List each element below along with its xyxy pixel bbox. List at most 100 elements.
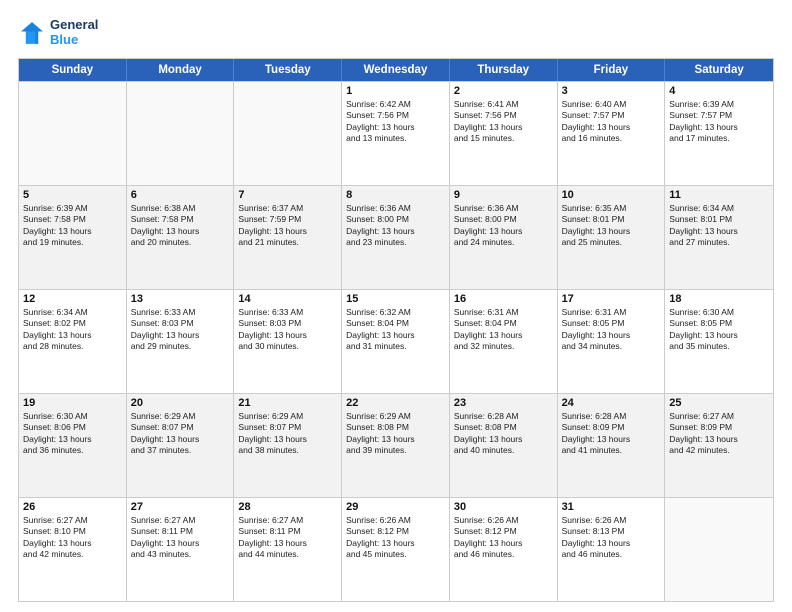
day-cell-12: 12 Sunrise: 6:34 AM Sunset: 8:02 PM Dayli… [19,290,127,393]
weekday-header-tuesday: Tuesday [234,59,342,81]
day-cell-20: 20 Sunrise: 6:29 AM Sunset: 8:07 PM Dayli… [127,394,235,497]
calendar-body: 1 Sunrise: 6:42 AM Sunset: 7:56 PM Daylig… [19,81,773,601]
day-info: Sunrise: 6:30 AM Sunset: 8:06 PM Dayligh… [23,411,122,457]
empty-cell-0-0 [19,82,127,185]
day-number: 14 [238,293,337,305]
day-cell-24: 24 Sunrise: 6:28 AM Sunset: 8:09 PM Dayli… [558,394,666,497]
day-number: 12 [23,293,122,305]
day-info: Sunrise: 6:29 AM Sunset: 8:08 PM Dayligh… [346,411,445,457]
day-info: Sunrise: 6:26 AM Sunset: 8:13 PM Dayligh… [562,515,661,561]
day-cell-6: 6 Sunrise: 6:38 AM Sunset: 7:58 PM Daylig… [127,186,235,289]
day-number: 30 [454,501,553,513]
day-number: 7 [238,189,337,201]
day-number: 24 [562,397,661,409]
day-info: Sunrise: 6:40 AM Sunset: 7:57 PM Dayligh… [562,99,661,145]
day-cell-25: 25 Sunrise: 6:27 AM Sunset: 8:09 PM Dayli… [665,394,773,497]
day-number: 19 [23,397,122,409]
day-cell-3: 3Sunrise: 6:40 AM Sunset: 7:57 PM Daylig… [558,82,666,185]
page: General Blue SundayMondayTuesdayWednesda… [0,0,792,612]
day-info: Sunrise: 6:34 AM Sunset: 8:01 PM Dayligh… [669,203,769,249]
day-number: 28 [238,501,337,513]
day-info: Sunrise: 6:37 AM Sunset: 7:59 PM Dayligh… [238,203,337,249]
weekday-header-wednesday: Wednesday [342,59,450,81]
empty-cell-0-2 [234,82,342,185]
day-cell-28: 28 Sunrise: 6:27 AM Sunset: 8:11 PM Dayli… [234,498,342,601]
day-cell-2: 2Sunrise: 6:41 AM Sunset: 7:56 PM Daylig… [450,82,558,185]
day-number: 23 [454,397,553,409]
day-number: 16 [454,293,553,305]
weekday-header-thursday: Thursday [450,59,558,81]
day-cell-30: 30 Sunrise: 6:26 AM Sunset: 8:12 PM Dayli… [450,498,558,601]
calendar: SundayMondayTuesdayWednesdayThursdayFrid… [18,58,774,602]
day-number: 8 [346,189,445,201]
day-info: Sunrise: 6:35 AM Sunset: 8:01 PM Dayligh… [562,203,661,249]
weekday-header-friday: Friday [558,59,666,81]
weekday-header-monday: Monday [127,59,235,81]
day-cell-29: 29Sunrise: 6:26 AM Sunset: 8:12 PM Dayli… [342,498,450,601]
day-number: 5 [23,189,122,201]
logo-icon [18,19,46,47]
day-cell-17: 17 Sunrise: 6:31 AM Sunset: 8:05 PM Dayli… [558,290,666,393]
day-number: 22 [346,397,445,409]
day-info: Sunrise: 6:38 AM Sunset: 7:58 PM Dayligh… [131,203,230,249]
day-number: 1 [346,85,445,97]
day-info: Sunrise: 6:27 AM Sunset: 8:09 PM Dayligh… [669,411,769,457]
day-info: Sunrise: 6:26 AM Sunset: 8:12 PM Dayligh… [454,515,553,561]
day-cell-21: 21Sunrise: 6:29 AM Sunset: 8:07 PM Dayli… [234,394,342,497]
weekday-header-saturday: Saturday [665,59,773,81]
day-info: Sunrise: 6:42 AM Sunset: 7:56 PM Dayligh… [346,99,445,145]
day-cell-26: 26Sunrise: 6:27 AM Sunset: 8:10 PM Dayli… [19,498,127,601]
day-number: 2 [454,85,553,97]
day-cell-31: 31 Sunrise: 6:26 AM Sunset: 8:13 PM Dayli… [558,498,666,601]
day-cell-4: 4Sunrise: 6:39 AM Sunset: 7:57 PM Daylig… [665,82,773,185]
day-cell-5: 5 Sunrise: 6:39 AM Sunset: 7:58 PM Daylig… [19,186,127,289]
day-info: Sunrise: 6:26 AM Sunset: 8:12 PM Dayligh… [346,515,445,561]
day-number: 10 [562,189,661,201]
calendar-row-4: 26Sunrise: 6:27 AM Sunset: 8:10 PM Dayli… [19,497,773,601]
day-number: 11 [669,189,769,201]
day-cell-16: 16 Sunrise: 6:31 AM Sunset: 8:04 PM Dayli… [450,290,558,393]
day-number: 27 [131,501,230,513]
day-info: Sunrise: 6:29 AM Sunset: 8:07 PM Dayligh… [238,411,337,457]
day-info: Sunrise: 6:27 AM Sunset: 8:10 PM Dayligh… [23,515,122,561]
day-cell-19: 19 Sunrise: 6:30 AM Sunset: 8:06 PM Dayli… [19,394,127,497]
day-info: Sunrise: 6:34 AM Sunset: 8:02 PM Dayligh… [23,307,122,353]
calendar-header: SundayMondayTuesdayWednesdayThursdayFrid… [19,59,773,81]
day-cell-7: 7 Sunrise: 6:37 AM Sunset: 7:59 PM Daylig… [234,186,342,289]
calendar-row-2: 12 Sunrise: 6:34 AM Sunset: 8:02 PM Dayli… [19,289,773,393]
day-cell-9: 9Sunrise: 6:36 AM Sunset: 8:00 PM Daylig… [450,186,558,289]
day-cell-15: 15Sunrise: 6:32 AM Sunset: 8:04 PM Dayli… [342,290,450,393]
day-info: Sunrise: 6:36 AM Sunset: 8:00 PM Dayligh… [454,203,553,249]
day-number: 18 [669,293,769,305]
day-info: Sunrise: 6:27 AM Sunset: 8:11 PM Dayligh… [131,515,230,561]
day-cell-10: 10 Sunrise: 6:35 AM Sunset: 8:01 PM Dayli… [558,186,666,289]
day-info: Sunrise: 6:33 AM Sunset: 8:03 PM Dayligh… [131,307,230,353]
day-info: Sunrise: 6:31 AM Sunset: 8:04 PM Dayligh… [454,307,553,353]
day-number: 17 [562,293,661,305]
day-number: 31 [562,501,661,513]
day-info: Sunrise: 6:32 AM Sunset: 8:04 PM Dayligh… [346,307,445,353]
day-number: 4 [669,85,769,97]
empty-cell-0-1 [127,82,235,185]
day-info: Sunrise: 6:29 AM Sunset: 8:07 PM Dayligh… [131,411,230,457]
calendar-row-1: 5 Sunrise: 6:39 AM Sunset: 7:58 PM Daylig… [19,185,773,289]
logo-text: General Blue [50,18,98,48]
day-cell-8: 8Sunrise: 6:36 AM Sunset: 8:00 PM Daylig… [342,186,450,289]
day-cell-18: 18 Sunrise: 6:30 AM Sunset: 8:05 PM Dayli… [665,290,773,393]
empty-cell-4-6 [665,498,773,601]
day-info: Sunrise: 6:30 AM Sunset: 8:05 PM Dayligh… [669,307,769,353]
day-number: 25 [669,397,769,409]
day-info: Sunrise: 6:27 AM Sunset: 8:11 PM Dayligh… [238,515,337,561]
day-info: Sunrise: 6:31 AM Sunset: 8:05 PM Dayligh… [562,307,661,353]
calendar-row-3: 19 Sunrise: 6:30 AM Sunset: 8:06 PM Dayli… [19,393,773,497]
day-cell-11: 11 Sunrise: 6:34 AM Sunset: 8:01 PM Dayli… [665,186,773,289]
day-number: 6 [131,189,230,201]
day-number: 20 [131,397,230,409]
day-cell-14: 14Sunrise: 6:33 AM Sunset: 8:03 PM Dayli… [234,290,342,393]
day-info: Sunrise: 6:39 AM Sunset: 7:58 PM Dayligh… [23,203,122,249]
day-info: Sunrise: 6:28 AM Sunset: 8:09 PM Dayligh… [562,411,661,457]
header: General Blue [18,18,774,48]
day-info: Sunrise: 6:28 AM Sunset: 8:08 PM Dayligh… [454,411,553,457]
weekday-header-sunday: Sunday [19,59,127,81]
day-cell-13: 13Sunrise: 6:33 AM Sunset: 8:03 PM Dayli… [127,290,235,393]
